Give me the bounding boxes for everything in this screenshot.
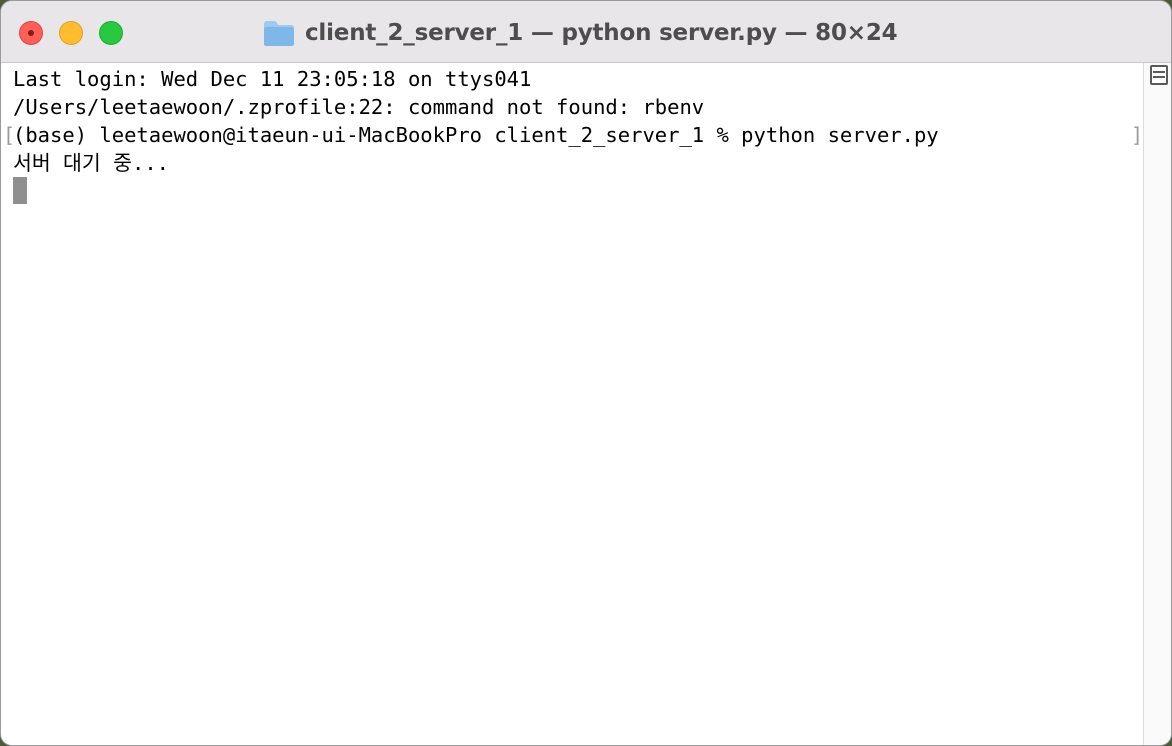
prompt-mark-right: ] (1131, 123, 1144, 147)
terminal-content[interactable]: Last login: Wed Dec 11 23:05:18 on ttys0… (1, 63, 1144, 745)
terminal-window: client_2_server_1 — python server.py — 8… (0, 0, 1172, 746)
zoom-icon[interactable] (99, 21, 123, 45)
text-cursor (13, 177, 27, 204)
close-icon[interactable] (19, 21, 43, 45)
scrollbar[interactable] (1143, 63, 1171, 745)
terminal-line: Last login: Wed Dec 11 23:05:18 on ttys0… (13, 67, 532, 91)
window-title: client_2_server_1 — python server.py — 8… (305, 20, 898, 46)
terminal-line: 서버 대기 중... (13, 151, 170, 175)
minimize-icon[interactable] (59, 21, 83, 45)
split-pane-icon[interactable] (1150, 65, 1168, 85)
terminal-line: /Users/leetaewoon/.zprofile:22: command … (13, 95, 705, 119)
title-bar[interactable]: client_2_server_1 — python server.py — 8… (1, 1, 1171, 63)
window-title-group: client_2_server_1 — python server.py — 8… (263, 15, 898, 51)
terminal-line: (base) leetaewoon@itaeun-ui-MacBookPro c… (13, 123, 939, 147)
folder-icon (264, 21, 294, 46)
